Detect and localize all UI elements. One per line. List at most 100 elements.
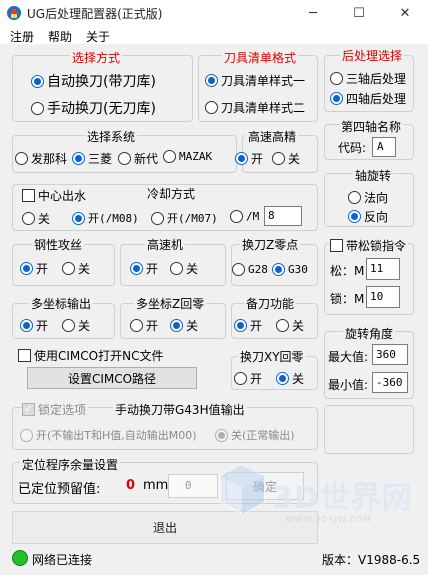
radio-unselected-icon	[163, 150, 176, 163]
axis-rotation-title: 轴旋转	[353, 167, 394, 184]
radio-selected-icon	[330, 92, 343, 105]
cimco-path-button[interactable]: 设置CIMCO路径	[27, 367, 197, 389]
fourth-axis-code-label: 代码:	[338, 141, 367, 155]
tapping-on-radio[interactable]: 开	[20, 260, 48, 277]
axis-rotation-normal-radio[interactable]: 法向	[348, 189, 388, 206]
clamp-lock-label: 锁：M	[330, 292, 365, 306]
tapping-off-radio[interactable]: 关	[62, 260, 90, 277]
minimize-button[interactable]: ─	[290, 0, 336, 26]
checkbox-icon	[22, 189, 35, 202]
high-speed-title: 高速机	[145, 236, 186, 253]
axis-rotation-reverse-radio[interactable]: 反向	[348, 208, 388, 225]
coolant-custom-input[interactable]: 8	[264, 206, 302, 226]
radio-selected-icon	[234, 319, 247, 332]
positioning-label: 已定位预留值:	[18, 482, 101, 497]
network-status-icon	[12, 550, 28, 566]
menu-about[interactable]: 关于	[86, 28, 110, 45]
system-title: 选择系统	[85, 128, 138, 145]
multi-coord-title: 多坐标输出	[29, 295, 94, 312]
tool-list-style-1-radio[interactable]: 刀具清单样式一	[205, 72, 305, 89]
coolant-title: 冷却方式	[145, 185, 198, 202]
tool-list-title: 刀具清单格式	[222, 49, 299, 66]
tapping-title: 钢性攻丝	[32, 236, 85, 253]
multi-z-return-title: 多坐标Z回零	[134, 295, 207, 312]
spare-tool-on-radio[interactable]: 开	[234, 317, 262, 334]
four-axis-radio[interactable]: 四轴后处理	[330, 90, 406, 107]
clamp-lock-input[interactable]: 10	[366, 286, 400, 308]
high-speed-on-radio[interactable]: 开	[130, 260, 158, 277]
xy-return-off-radio[interactable]: 关	[276, 370, 304, 387]
clamp-release-input[interactable]: 11	[366, 258, 400, 280]
watermark-text: 3D世界网	[272, 481, 413, 516]
radio-selected-icon	[205, 74, 218, 87]
tool-change-z-title: 换刀Z零点	[240, 236, 301, 253]
spare-tool-title: 备刀功能	[244, 295, 297, 312]
rotation-min-input[interactable]: -360	[372, 372, 408, 393]
multi-coord-on-radio[interactable]: 开	[20, 317, 48, 334]
g43-off-radio[interactable]: 关(正常输出)	[215, 427, 295, 443]
radio-selected-icon	[215, 428, 228, 442]
radio-unselected-icon	[62, 262, 75, 275]
radio-selected-icon	[72, 211, 85, 225]
checkbox-icon	[18, 349, 31, 362]
auto-tool-change-radio[interactable]: 自动换刀(带刀库)	[31, 71, 156, 91]
g43-on-radio[interactable]: 开(不输出T和H值,自动输出M00)	[20, 427, 197, 443]
menu-register[interactable]: 注册	[10, 28, 34, 45]
radio-selected-icon	[170, 319, 183, 332]
clamp-checkbox[interactable]: 带松锁指令	[330, 237, 409, 254]
xy-return-on-radio[interactable]: 开	[234, 370, 262, 387]
center-water-checkbox[interactable]: 中心出水	[22, 187, 89, 204]
radio-selected-icon	[235, 152, 248, 165]
checkbox-icon	[330, 239, 343, 252]
system-syntec-radio[interactable]: 新代	[118, 150, 158, 167]
radio-unselected-icon	[276, 319, 289, 332]
radio-unselected-icon	[232, 263, 245, 276]
multi-z-return-off-radio[interactable]: 关	[170, 317, 198, 334]
rotation-min-label: 最小值:	[328, 378, 369, 392]
tool-change-z-g28-radio[interactable]: G28	[232, 263, 268, 276]
app-logo-icon	[7, 6, 21, 20]
tool-change-z-g30-radio[interactable]: G30	[272, 263, 308, 276]
radio-unselected-icon	[348, 191, 361, 204]
high-precision-off-radio[interactable]: 关	[272, 150, 300, 167]
multi-coord-off-radio[interactable]: 关	[62, 317, 90, 334]
coolant-m07-radio[interactable]: 开(/M07)	[151, 210, 218, 226]
system-mazak-radio[interactable]: MAZAK	[163, 150, 212, 163]
coolant-off-radio[interactable]: 关	[22, 210, 50, 227]
radio-unselected-icon	[31, 101, 44, 115]
lock-options-checkbox[interactable]: 锁定选项	[22, 401, 89, 418]
high-speed-off-radio[interactable]: 关	[170, 260, 198, 277]
manual-tool-change-radio[interactable]: 手动换刀(无刀库)	[31, 98, 156, 118]
high-precision-on-radio[interactable]: 开	[235, 150, 263, 167]
system-mitsubishi-radio[interactable]: 三菱	[72, 150, 112, 167]
tool-change-title: 选择方式	[70, 49, 123, 66]
tool-list-style-2-radio[interactable]: 刀具清单样式二	[205, 99, 305, 116]
rotation-max-input[interactable]: 360	[372, 344, 408, 365]
radio-selected-icon	[348, 210, 361, 223]
spare-tool-off-radio[interactable]: 关	[276, 317, 304, 334]
multi-z-return-on-radio[interactable]: 开	[130, 317, 158, 334]
positioning-unit: mm	[143, 478, 169, 493]
three-axis-radio[interactable]: 三轴后处理	[330, 70, 406, 87]
system-fanuc-radio[interactable]: 发那科	[15, 150, 67, 167]
radio-selected-icon	[272, 263, 285, 276]
menu-help[interactable]: 帮助	[48, 28, 72, 45]
radio-unselected-icon	[15, 152, 28, 165]
coolant-m08-radio[interactable]: 开(/M08)	[72, 210, 139, 226]
positioning-title: 定位程序余量设置	[20, 456, 121, 473]
radio-unselected-icon	[234, 372, 247, 385]
fourth-axis-code-input[interactable]: A	[372, 137, 396, 157]
fourth-axis-title: 第四轴名称	[339, 118, 404, 135]
radio-selected-icon	[20, 319, 33, 332]
cimco-checkbox[interactable]: 使用CIMCO打开NC文件	[18, 347, 163, 364]
coolant-custom-radio[interactable]: /M	[230, 210, 259, 223]
radio-unselected-icon	[118, 152, 131, 165]
post-select-title: 后处理选择	[340, 47, 405, 64]
version-text: 版本：V1988-6.5	[322, 553, 421, 567]
close-button[interactable]: ✕	[382, 0, 428, 26]
radio-unselected-icon	[330, 72, 343, 85]
radio-unselected-icon	[20, 428, 33, 442]
maximize-button[interactable]: ☐	[336, 0, 382, 26]
clamp-release-label: 松：M	[330, 264, 365, 278]
rotation-angle-title: 旋转角度	[343, 325, 396, 342]
